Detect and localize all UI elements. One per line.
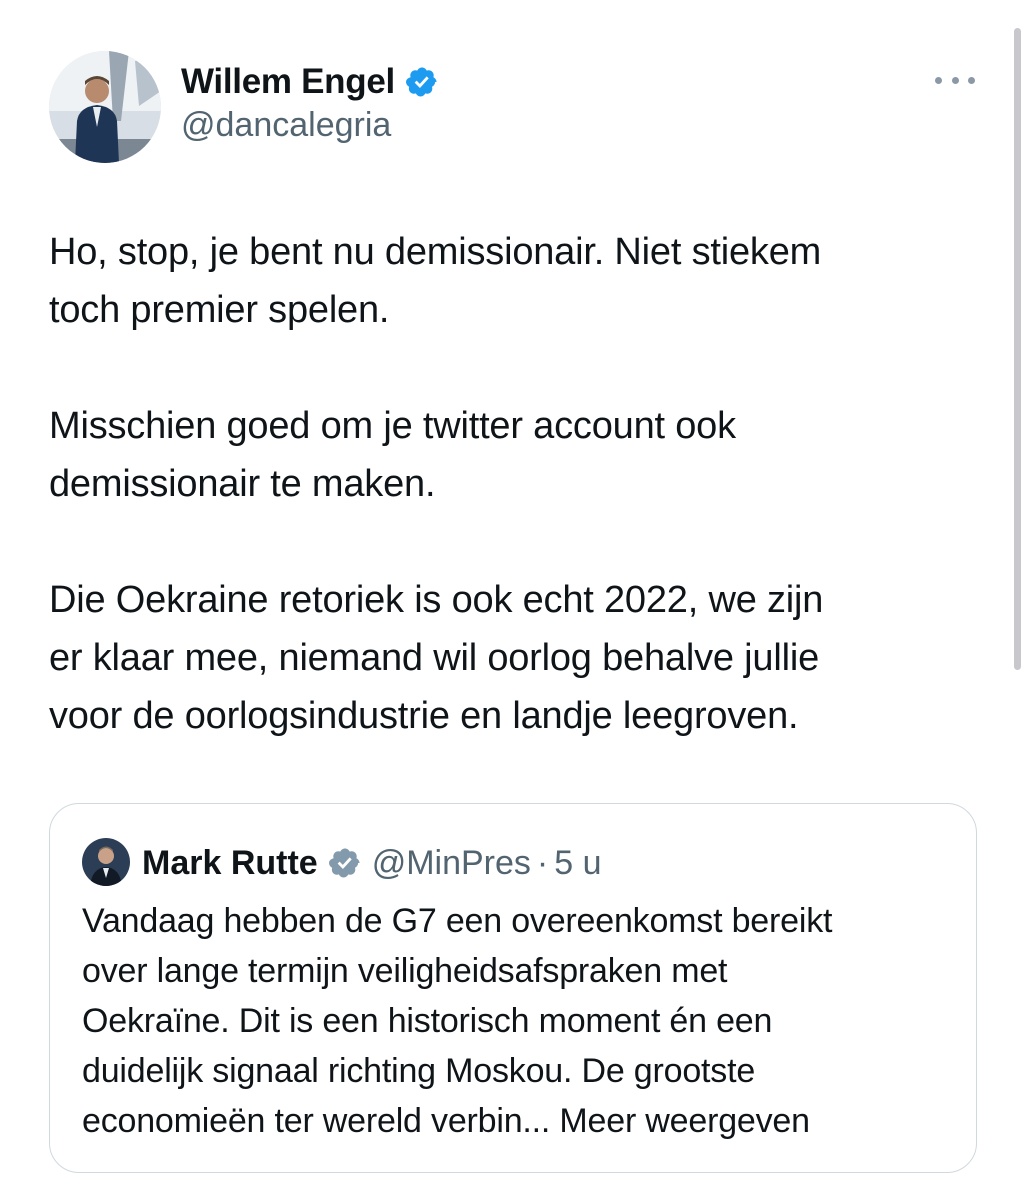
author-name[interactable]: Willem Engel [181,62,395,102]
verified-badge-icon [405,65,439,99]
quoted-time: 5 u [554,843,602,882]
tweet-body: Ho, stop, je bent nu demissionair. Niet … [49,223,979,745]
quoted-tweet[interactable]: Mark Rutte @MinPres · 5 u Vandaag hebben… [49,803,977,1173]
quoted-avatar[interactable] [82,838,130,886]
tweet-paragraph: Ho, stop, je bent nu demissionair. Niet … [49,231,822,331]
quoted-handle: @MinPres [371,843,531,882]
verified-badge-icon [328,846,362,880]
quoted-separator: · [536,843,549,882]
quoted-name: Mark Rutte [142,843,318,882]
more-dot [951,76,959,84]
quoted-text: Vandaag hebben de G7 een overeenkomst be… [82,902,833,1140]
more-dot [968,76,975,84]
more-dot [935,76,942,84]
scrollbar[interactable] [1014,28,1021,670]
tweet: Willem Engel @dancalegria Ho, stop, je b… [0,0,1027,1200]
author-avatar[interactable] [49,51,161,163]
author-handle[interactable]: @dancalegria [181,106,391,145]
author-name-row: Willem Engel [181,56,439,108]
more-horizontal-icon[interactable] [935,68,975,92]
tweet-paragraph: Die Oekraine retoriek is ook echt 2022, … [49,579,824,737]
quoted-header: Mark Rutte @MinPres · 5 u [142,840,602,886]
tweet-paragraph: Misschien goed om je twitter account ook… [49,405,736,505]
